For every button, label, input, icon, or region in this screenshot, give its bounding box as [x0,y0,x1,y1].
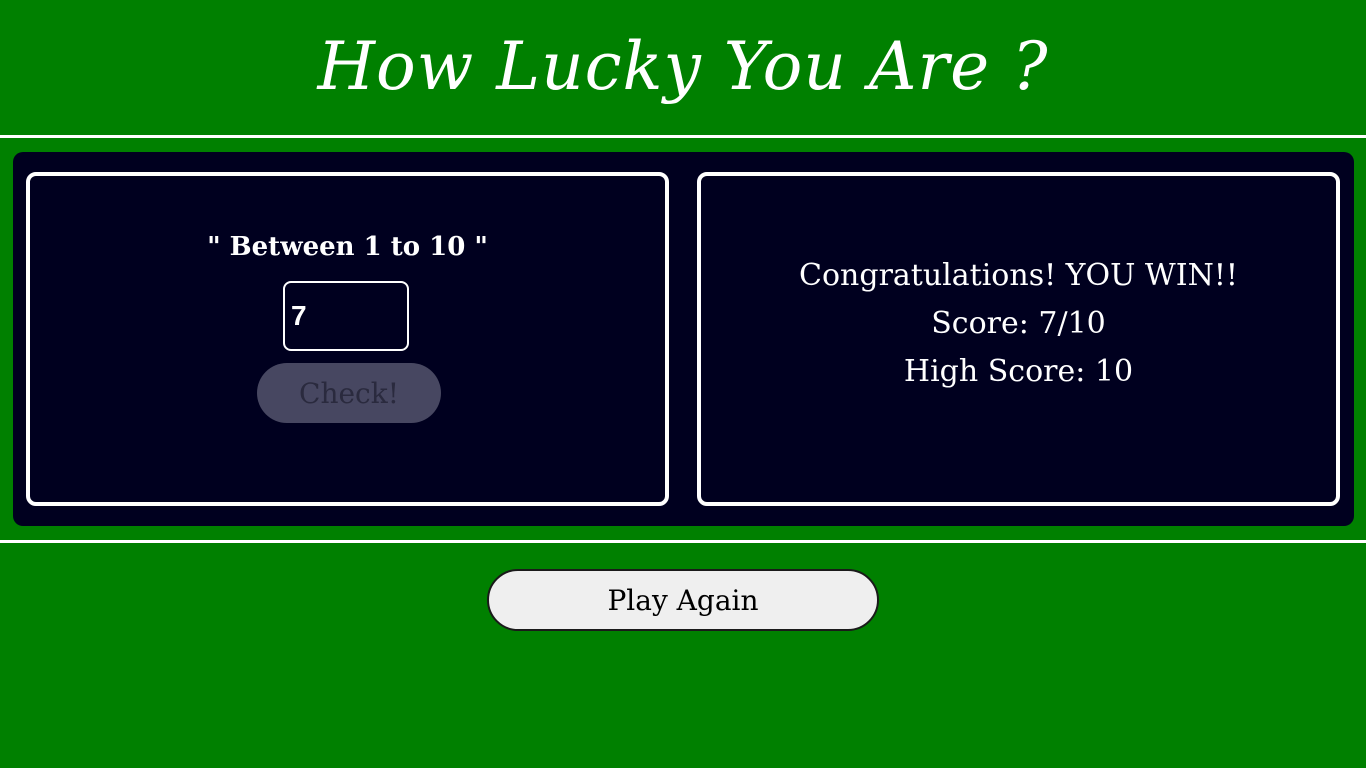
guess-input[interactable] [283,281,409,351]
page-title: How Lucky You Are ? [317,28,1049,105]
game-panel: " Between 1 to 10 " Check! Congratulatio… [13,152,1354,526]
win-message: Congratulations! YOU WIN!! [799,258,1238,293]
title-bar: How Lucky You Are ? [0,0,1366,136]
guess-card: " Between 1 to 10 " Check! [26,172,669,506]
bottom-divider [0,540,1366,543]
score-text: Score: 7/10 [931,306,1106,341]
range-label: " Between 1 to 10 " [207,232,488,262]
check-button[interactable]: Check! [257,363,441,423]
result-card: Congratulations! YOU WIN!! Score: 7/10 H… [697,172,1340,506]
play-again-button[interactable]: Play Again [487,569,879,631]
result-text: Congratulations! YOU WIN!! Score: 7/10 H… [701,252,1336,396]
top-divider [0,135,1366,138]
high-score-text: High Score: 10 [903,354,1134,389]
